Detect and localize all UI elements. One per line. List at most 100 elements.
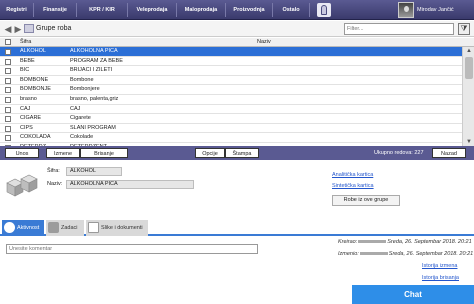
row-checkbox[interactable] (5, 77, 11, 84)
menu-separator (309, 3, 310, 17)
istorija-izmena-link[interactable]: Istorija izmena (422, 263, 457, 270)
row-checkbox[interactable] (5, 87, 11, 94)
check-icon (48, 222, 59, 233)
cell-sifra: CAJ (20, 105, 31, 112)
menu-ostalo[interactable]: Ostalo (273, 0, 309, 20)
activity-panel: Kreirao: Sreda, 26. Septembar 2018. 20:21… (0, 238, 474, 304)
table-row[interactable]: COKOLADA Cokolade (0, 133, 462, 143)
cell-naziv: Cokolade (70, 134, 94, 141)
cell-naziv: brasno, palenta,griz (70, 96, 119, 102)
document-icon (88, 222, 99, 233)
row-checkbox[interactable] (5, 116, 11, 123)
database-icon[interactable] (317, 3, 331, 17)
row-checkbox[interactable] (5, 97, 11, 103)
vertical-scrollbar[interactable]: ▲ ▼ (462, 47, 474, 146)
naziv-field: ALKOHOLNA PICA (66, 180, 194, 189)
sifra-label: Šifra: (47, 168, 60, 174)
tab-aktivnost[interactable]: Aktivnost (2, 220, 44, 236)
redacted-name (359, 252, 388, 256)
menu-veleprodaja[interactable]: Veleprodaja (128, 0, 176, 20)
page-title: Grupe roba (36, 25, 72, 32)
avatar (398, 2, 414, 18)
cell-naziv: SLANI PROGRAM (70, 124, 116, 131)
redacted-name (358, 240, 387, 244)
created-info: Kreirao: Sreda, 26. Septembar 2018. 20:21 (338, 238, 472, 246)
created-date: Sreda, 26. Septembar 2018. 20:21 (387, 239, 472, 245)
modified-date: Sreda, 26. Septembar 2018. 20:21 (388, 251, 474, 257)
tab-label: Zadaci (61, 225, 78, 231)
row-checkbox[interactable] (5, 58, 11, 65)
cell-sifra: ALKOHOL (20, 48, 46, 54)
cell-sifra: BEBE (20, 57, 35, 64)
chat-button[interactable]: Chat (352, 285, 474, 304)
opcije-button[interactable]: Opcije (195, 148, 225, 158)
scroll-up-icon[interactable]: ▲ (464, 47, 474, 55)
created-label: Kreirao: (338, 239, 358, 245)
cell-sifra: CIPS (20, 124, 33, 131)
row-checkbox[interactable] (5, 68, 11, 75)
cell-naziv: ALKOHOLNA PICA (70, 48, 118, 54)
table-row[interactable]: BOMBONJE Bombonjere (0, 85, 462, 95)
scroll-thumb[interactable] (465, 57, 473, 79)
tab-bar: Aktivnost Zadaci Slike i dokumenti (0, 218, 474, 236)
select-all-checkbox[interactable] (5, 39, 11, 45)
row-checkbox[interactable] (5, 49, 11, 55)
cell-sifra: BOMBONE (20, 76, 49, 83)
table-row[interactable]: BOMBONE Bombone (0, 76, 462, 86)
tab-label: Slike i dokumenti (101, 225, 143, 231)
robe-iz-grupe-button[interactable]: Robe iz ove grupe (332, 195, 400, 206)
menu-registri[interactable]: Registri (0, 0, 33, 20)
menu-finansije[interactable]: Finansije (34, 0, 76, 20)
tab-slike-dokumenti[interactable]: Slike i dokumenti (86, 220, 148, 236)
sifra-field: ALKOHOL (66, 167, 122, 176)
comment-input[interactable] (6, 244, 258, 254)
detail-panel: Šifra: ALKOHOL Naziv: ALKOHOLNA PICA Ana… (0, 160, 474, 218)
table-row[interactable]: CAJ CAJ (0, 105, 462, 115)
action-bar: Unos Izmene Brisanje Opcije Štampa Ukupn… (0, 146, 474, 160)
istorija-brisanja-link[interactable]: Istorija brisanja (422, 275, 459, 282)
cell-naziv: CAJ (70, 105, 81, 112)
column-header-naziv[interactable]: Naziv (257, 38, 271, 47)
table-row[interactable]: brasno brasno, palenta,griz (0, 95, 462, 105)
cell-sifra: BIC (20, 67, 30, 74)
nazad-button[interactable]: Nazad (432, 148, 466, 158)
stampa-button[interactable]: Štampa (225, 148, 259, 158)
naziv-label: Naziv: (47, 181, 63, 187)
product-group-icon (6, 174, 38, 197)
table-row[interactable]: BIC BRIJACI I ZILETI (0, 66, 462, 76)
folder-icon (24, 24, 34, 33)
tab-zadaci[interactable]: Zadaci (46, 220, 84, 236)
cell-sifra: CIGARE (20, 115, 42, 122)
back-arrow-icon[interactable]: ◀ (3, 24, 13, 34)
table-row[interactable]: CIGARE Cigarete (0, 114, 462, 124)
menu-kpr-kir[interactable]: KPR / KIR (77, 0, 127, 20)
cell-naziv: Bombone (70, 76, 94, 83)
forward-arrow-icon[interactable]: ▶ (13, 24, 23, 34)
cell-sifra: brasno (20, 96, 37, 102)
table-row[interactable]: CIPS SLANI PROGRAM (0, 124, 462, 134)
unos-button[interactable]: Unos (5, 148, 39, 158)
row-checkbox[interactable] (5, 135, 11, 142)
cell-sifra: BOMBONJE (20, 86, 51, 93)
filter-input[interactable] (344, 23, 454, 35)
menu-proizvodnja[interactable]: Proizvodnja (226, 0, 272, 20)
row-checkbox[interactable] (5, 106, 11, 113)
activity-icon (4, 222, 15, 233)
row-checkbox[interactable] (5, 125, 11, 132)
column-header-sifra[interactable]: Šifra (20, 38, 31, 47)
scroll-down-icon[interactable]: ▼ (464, 138, 474, 146)
user-name: Mirodav Jančić (417, 7, 454, 13)
filter-icon[interactable]: ⧩ (458, 23, 470, 35)
row-count: Ukupno redova: 227 (374, 150, 424, 156)
brisanje-button[interactable]: Brisanje (80, 148, 128, 158)
cell-sifra: COKOLADA (20, 134, 51, 141)
toolbar: ◀ ▶ Grupe roba ⧩ (0, 21, 474, 37)
menu-maloprodaja[interactable]: Maloprodaja (177, 0, 225, 20)
table-row[interactable]: BEBE PROGRAM ZA BEBE (0, 57, 462, 67)
cell-naziv: BRIJACI I ZILETI (70, 67, 113, 74)
izmene-button[interactable]: Izmene (46, 148, 80, 158)
analiticka-kartica-link[interactable]: Analitička kartica (332, 172, 373, 179)
table-row[interactable]: ALKOHOL ALKOHOLNA PICA (0, 47, 462, 57)
sinteticka-kartica-link[interactable]: Sintetička kartica (332, 183, 374, 190)
cell-naziv: Bombonjere (70, 86, 100, 93)
